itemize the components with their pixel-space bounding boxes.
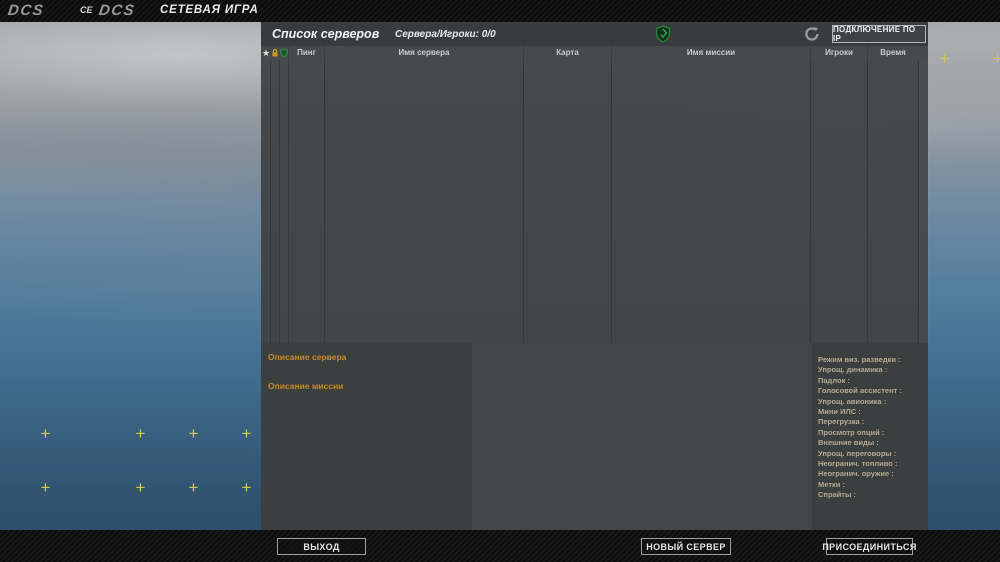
column-divider: [523, 60, 524, 343]
unit-label-marker: +: [40, 424, 51, 443]
server-description-label: Описание сервера: [268, 352, 347, 362]
server-browser-panel: Список серверов Сервера/Игроки: 0/0 ПОДК…: [261, 22, 928, 530]
footer-bar: ВЫХОД НОВЫЙ СЕРВЕР ПРИСОЕДИНИТЬСЯ: [0, 530, 1000, 562]
server-browser-header: Список серверов Сервера/Игроки: 0/0 ПОДК…: [261, 22, 928, 46]
exit-button[interactable]: ВЫХОД: [277, 538, 366, 555]
connect-by-ip-button[interactable]: ПОДКЛЮЧЕНИЕ ПО IP: [832, 25, 926, 43]
dcs-logo: DCS: [6, 2, 46, 19]
option-label: Неогранич. оружие :: [818, 469, 894, 479]
options-list: Режим виз. разведки : Упрощ. динамика : Па…: [818, 355, 902, 500]
secure-shield-column-icon[interactable]: [280, 46, 288, 60]
option-label: Просмотр опций :: [818, 427, 885, 437]
option-label: Неогранич. топливо :: [818, 458, 898, 468]
dcs-multiplayer-screen: + + + + + + + + + + DCS СЕ DCS СЕТЕВАЯ ИГРА Списо…: [0, 0, 1000, 562]
server-list-body: [261, 60, 928, 343]
option-label: Спрайты :: [818, 490, 856, 500]
description-labels-column: Описание сервера Описание миссии: [261, 343, 472, 530]
column-header-server-name[interactable]: Имя сервера: [324, 46, 523, 60]
servers-players-count: Сервера/Игроки: 0/0: [395, 29, 496, 40]
unit-label-marker: +: [40, 478, 51, 497]
column-divider: [810, 60, 811, 343]
refresh-icon[interactable]: [804, 26, 820, 42]
option-label: Режим виз. разведки :: [818, 355, 901, 364]
secured-shield-icon: [655, 25, 671, 48]
option-label: Метки :: [818, 479, 845, 489]
password-lock-icon[interactable]: [271, 46, 279, 60]
unit-label-marker: +: [188, 424, 199, 443]
join-button[interactable]: ПРИСОЕДИНИТЬСЯ: [822, 538, 916, 555]
scrollbar-track[interactable]: [918, 60, 929, 343]
option-label: Голосовой ассистент :: [818, 386, 902, 396]
column-header-map[interactable]: Карта: [523, 46, 611, 60]
column-divider: [611, 60, 612, 343]
column-divider: [270, 60, 271, 343]
column-header-mission-name[interactable]: Имя миссии: [611, 46, 810, 60]
details-panel: Описание сервера Описание миссии Режим в…: [261, 343, 928, 530]
favorite-star-icon[interactable]: ★: [262, 46, 270, 60]
server-table-header: ★ Пинг Имя сервера Карта Имя миссии Игро…: [261, 46, 928, 60]
unit-label-marker: +: [241, 478, 252, 497]
new-server-button[interactable]: НОВЫЙ СЕРВЕР: [641, 538, 731, 555]
option-label: Перегрузка :: [818, 417, 865, 427]
description-content-area: [472, 343, 812, 530]
unit-label-marker: +: [992, 49, 1000, 68]
window-title: СЕТЕВАЯ ИГРА: [160, 4, 259, 16]
mission-description-label: Описание миссии: [268, 381, 344, 391]
unit-label-marker: +: [135, 424, 146, 443]
dcs-logo-secondary: DCS: [97, 2, 137, 19]
column-divider: [288, 60, 289, 343]
mission-options-column: Режим виз. разведки : Упрощ. динамика : Па…: [812, 343, 928, 530]
option-label: Упрощ. авионика :: [818, 396, 887, 406]
option-label: Упрощ. переговоры :: [818, 448, 897, 458]
option-label: Внешние виды :: [818, 438, 879, 448]
title-bar: DCS СЕ DCS СЕТЕВАЯ ИГРА: [0, 0, 1000, 22]
option-label: Упрощ. динамика :: [818, 365, 888, 375]
unit-label-marker: +: [241, 424, 252, 443]
option-label: Мини ИЛС :: [818, 406, 861, 416]
unit-label-marker: +: [939, 49, 950, 68]
column-divider: [279, 60, 280, 343]
option-label: Падлок :: [818, 375, 850, 385]
panel-title: Список серверов: [272, 27, 380, 41]
unit-label-marker: +: [135, 478, 146, 497]
column-header-time[interactable]: Время: [867, 46, 918, 60]
column-header-ping[interactable]: Пинг: [288, 46, 324, 60]
title-bar-partial-text: СЕ: [80, 5, 93, 15]
column-divider: [324, 60, 325, 343]
unit-label-marker: +: [188, 478, 199, 497]
column-header-players[interactable]: Игроки: [810, 46, 867, 60]
column-divider: [867, 60, 868, 343]
